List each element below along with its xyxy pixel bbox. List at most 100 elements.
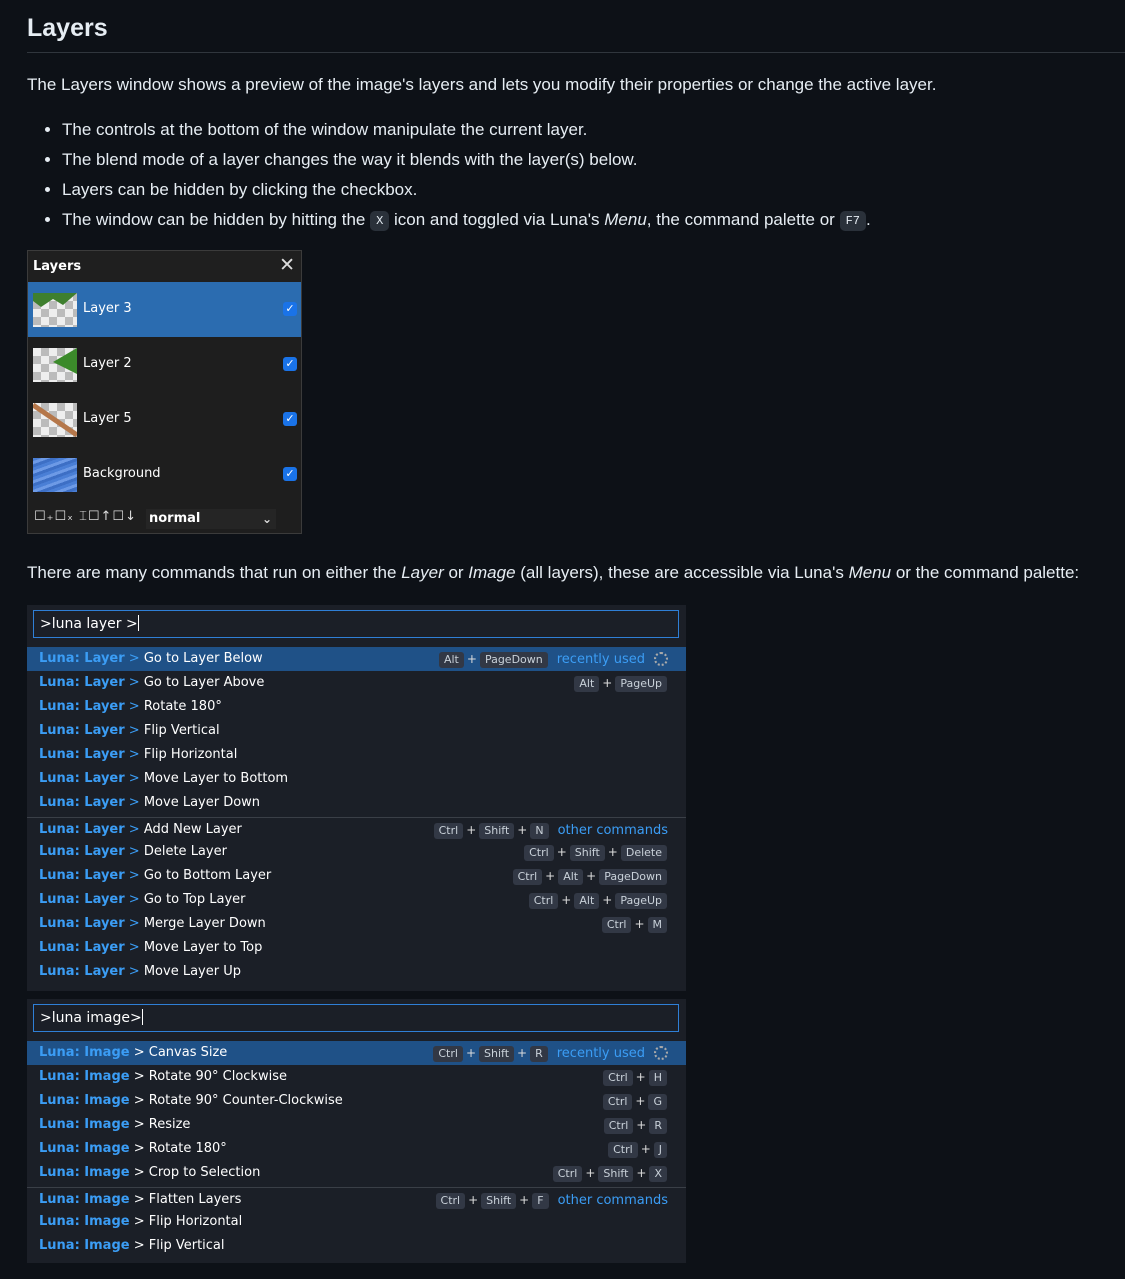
plus-sign: + [517,1046,528,1060]
command-item[interactable]: Luna: Layer > Go to Bottom Layer Ctrl + Alt… [27,864,686,888]
text: The window can be hidden by hitting the [62,210,371,229]
layer-row-background[interactable]: Background ✓ [28,447,301,502]
command-item[interactable]: Luna: Image > Canvas Size Ctrl + Shift + Rrec… [27,1041,686,1065]
prefix-separator: > [128,892,140,907]
command-item[interactable]: Luna: Image > Rotate 90° Clockwise Ctrl + H [27,1065,686,1089]
command-label: Luna: Layer > Rotate 180° [39,695,222,719]
prefix-separator: > [128,964,140,979]
command-prefix: Luna: Image [39,1141,130,1156]
command-item[interactable]: Luna: Layer > Go to Layer Above Alt + PageU… [27,671,686,695]
command-item[interactable]: Luna: Image > Flip Vertical [27,1234,686,1258]
keybinding-key: PageUp [615,893,667,909]
keybinding-key: G [648,1094,667,1110]
command-prefix: Luna: Layer [39,675,125,690]
command-item[interactable]: Luna: Layer > Flip Horizontal [27,743,686,767]
keybinding-key: Alt [558,869,584,885]
prefix-separator: > [128,651,140,666]
command-name: Move Layer to Top [143,940,263,955]
shortcut-group: Ctrl + Shift + Delete [523,840,668,865]
command-prefix: Luna: Image [39,1192,130,1207]
list-item: The window can be hidden by hitting the … [62,206,871,236]
layer-name: Layer 2 [83,356,132,371]
palette-search-input[interactable]: >luna image> [33,1004,679,1032]
command-item[interactable]: Luna: Layer > Go to Top Layer Ctrl + Alt + Pa… [27,888,686,912]
command-item[interactable]: Luna: Image > Crop to Selection Ctrl + Shif… [27,1161,686,1185]
keybinding-key: PageDown [599,869,667,885]
command-item[interactable]: Luna: Image > Resize Ctrl + R [27,1113,686,1137]
shortcut-group: Ctrl + R [603,1113,668,1138]
command-item[interactable]: Luna: Image > Flip Horizontal [27,1210,686,1234]
layer-row-layer5[interactable]: Layer 5 ✓ [28,392,301,447]
command-item[interactable]: Luna: Layer > Move Layer to Top [27,936,686,960]
gear-icon[interactable] [654,1046,668,1060]
prefix-separator: > [133,1238,145,1253]
command-item[interactable]: Luna: Image > Rotate 90° Counter-Clockwi… [27,1089,686,1113]
keybinding-key: Ctrl [528,893,559,909]
layer-row-layer3[interactable]: Layer 3 ✓ [28,282,301,337]
keybinding-key: Ctrl [601,917,632,933]
gear-icon[interactable] [654,652,668,666]
plus-sign: + [602,676,613,690]
command-item[interactable]: Luna: Layer > Move Layer to Bottom [27,767,686,791]
command-name: Delete Layer [143,844,227,859]
command-item[interactable]: Luna: Image > Flatten Layers Ctrl + Shift + F… [27,1187,686,1212]
command-label: Luna: Layer > Merge Layer Down [39,912,266,936]
plus-sign: + [466,823,477,837]
command-name: Rotate 180° [148,1141,227,1156]
command-item[interactable]: Luna: Layer > Go to Layer Below Alt + PageD… [27,647,686,671]
visibility-checkbox[interactable]: ✓ [283,467,297,481]
keybinding-key: R [649,1118,667,1134]
keybinding-key: Delete [620,845,667,861]
plus-sign: + [517,823,528,837]
command-item[interactable]: Luna: Layer > Delete Layer Ctrl + Shift + Del… [27,840,686,864]
command-prefix: Luna: Image [39,1069,130,1084]
prefix-separator: > [133,1069,145,1084]
command-item[interactable]: Luna: Layer > Move Layer Up [27,960,686,984]
layer-row-layer2[interactable]: Layer 2 ✓ [28,337,301,392]
command-label: Luna: Layer > Go to Bottom Layer [39,864,271,888]
prefix-separator: > [133,1093,145,1108]
command-prefix: Luna: Layer [39,747,125,762]
palette-search-input[interactable]: >luna layer > [33,610,679,638]
close-icon[interactable]: ✕ [279,254,295,276]
command-label: Luna: Layer > Add New Layer [39,818,242,842]
command-prefix: Luna: Layer [39,844,125,859]
command-item[interactable]: Luna: Layer > Move Layer Down [27,791,686,815]
command-item[interactable]: Luna: Layer > Rotate 180° [27,695,686,719]
shortcut-group: Ctrl + Shift + Rrecently used [432,1041,668,1066]
prefix-separator: > [133,1045,145,1060]
feature-list: The controls at the bottom of the window… [27,116,871,236]
visibility-checkbox[interactable]: ✓ [283,357,297,371]
blend-mode-select[interactable]: normal ⌄ [146,509,276,529]
keybinding-key: PageUp [615,676,667,692]
command-prefix: Luna: Layer [39,723,125,738]
prefix-separator: > [133,1117,145,1132]
keybinding-key: Ctrl [603,1118,634,1134]
command-item[interactable]: Luna: Image > Rotate 180° Ctrl + J [27,1137,686,1161]
plus-sign: + [636,1166,647,1180]
keybinding-key: M [647,917,667,933]
layer-name: Layer 3 [83,301,132,316]
keybinding-key: Shift [479,823,515,839]
layers-title: Layers [33,259,82,274]
command-prefix: Luna: Image [39,1165,130,1180]
keybinding-key: Ctrl [512,869,543,885]
command-item[interactable]: Luna: Layer > Merge Layer Down Ctrl + M [27,912,686,936]
keybinding-key: PageDown [479,652,548,668]
visibility-checkbox[interactable]: ✓ [283,302,297,316]
plus-sign: + [466,652,477,666]
command-item[interactable]: Luna: Layer > Flip Vertical [27,719,686,743]
command-name: Move Layer to Bottom [143,771,289,786]
visibility-checkbox[interactable]: ✓ [283,412,297,426]
layer-tool-icons[interactable]: ☐₊☐ₓ ⌶☐↑☐↓ [34,509,137,524]
shortcut-group: Ctrl + J [607,1137,668,1162]
text: . [865,210,871,229]
command-item[interactable]: Luna: Layer > Add New Layer Ctrl + Shift + No… [27,817,686,842]
command-group-tag: recently used [556,1046,645,1061]
layers-window: Layers ✕ Layer 3 ✓ Layer 2 ✓ Layer 5 ✓ B… [27,250,302,534]
command-name: Resize [148,1117,191,1132]
shortcut-group: Ctrl + H [602,1065,668,1090]
keybinding-key: Ctrl [433,823,464,839]
command-prefix: Luna: Layer [39,822,125,837]
layer-thumbnail [33,348,77,382]
